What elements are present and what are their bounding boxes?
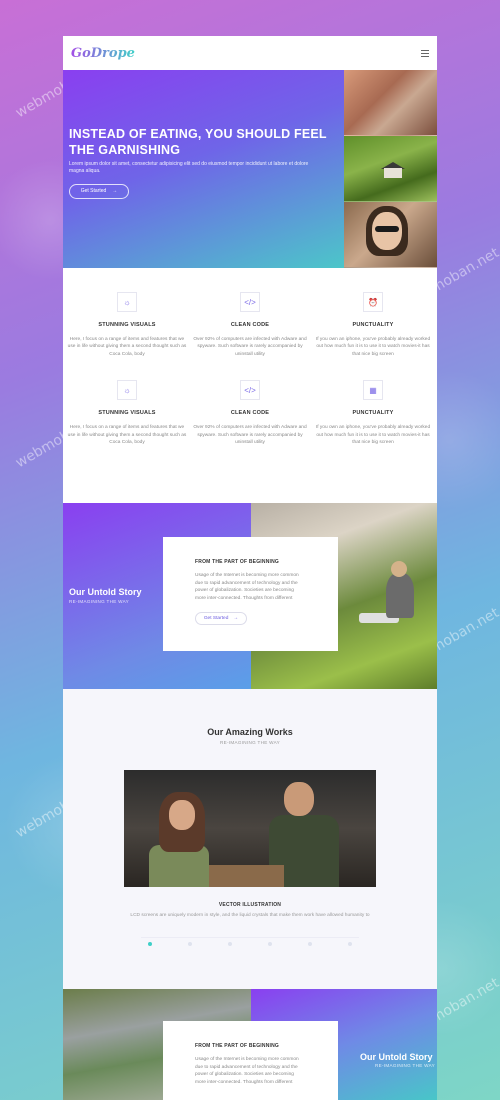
feature-item: </> CLEAN CODE Over 92% of computers are… [190, 380, 310, 446]
feature-text: Over 92% of computers are infected with … [193, 425, 307, 446]
page-frame: GoDrope INSTEAD OF EATING, YOU SHOULD FE… [63, 36, 437, 1100]
story-title: Our Untold Story [69, 587, 142, 597]
features-section: ☼ STUNNING VISUALS Here, I focus on a ra… [63, 268, 437, 503]
alarm-clock-icon: ⏰ [363, 292, 383, 312]
card-text: Usage of the Internet is becoming more c… [195, 1057, 299, 1086]
get-started-label: Get Started [80, 188, 107, 194]
feature-title: PUNCTUALITY [352, 410, 394, 417]
works-image-couple-cafe[interactable] [124, 770, 376, 887]
carousel-dot[interactable] [308, 941, 312, 946]
photo-hut-hill [344, 136, 437, 202]
get-started-button[interactable]: Get Started → [69, 183, 129, 199]
feature-item: ☼ STUNNING VISUALS Here, I focus on a ra… [67, 380, 187, 446]
features-row: ☼ STUNNING VISUALS Here, I focus on a ra… [67, 380, 433, 446]
card-title: FROM THE PART OF BEGINNING [195, 559, 279, 565]
feature-text: Over 92% of computers are infected with … [193, 337, 307, 357]
code-icon: </> [240, 380, 260, 401]
works-section: Our Amazing Works RE-IMAGINING THE WAY V… [63, 689, 437, 989]
feature-item: </> CLEAN CODE Over 92% of computers are… [190, 292, 310, 358]
feature-title: CLEAN CODE [230, 410, 270, 417]
works-text: LCD screens are uniquely modern in style… [130, 913, 370, 918]
story-section-2: Our Untold Story RE-IMAGINING THE WAY FR… [63, 989, 437, 1100]
carousel-dot[interactable] [228, 941, 232, 946]
features-row: ☼ STUNNING VISUALS Here, I focus on a ra… [67, 292, 433, 358]
feature-title: STUNNING VISUALS [98, 322, 156, 328]
carousel-dot[interactable] [348, 941, 352, 946]
story-card: FROM THE PART OF BEGINNING Usage of the … [163, 537, 338, 651]
carousel-dots [63, 941, 437, 946]
arrow-right-icon: → [112, 188, 118, 194]
feature-item: ▦ PUNCTUALITY If you own an iphone, you'… [313, 380, 433, 446]
carousel-dot[interactable] [148, 941, 152, 946]
hero-section: INSTEAD OF EATING, YOU SHOULD FEEL THE G… [63, 70, 437, 268]
works-title: Our Amazing Works [207, 727, 293, 737]
get-started-label: Get Started [203, 615, 229, 621]
card-title: FROM THE PART OF BEGINNING [195, 1043, 279, 1049]
feature-title: PUNCTUALITY [352, 322, 394, 328]
story-card: FROM THE PART OF BEGINNING Usage of the … [163, 1021, 338, 1100]
code-icon: </> [240, 292, 260, 312]
card-text: Usage of the Internet is becoming more c… [195, 573, 299, 602]
feature-title: CLEAN CODE [230, 322, 270, 328]
story-subtitle: RE-IMAGINING THE WAY [375, 1063, 436, 1068]
photo-woman-sunglasses [344, 202, 437, 268]
hero-banner: INSTEAD OF EATING, YOU SHOULD FEEL THE G… [63, 70, 344, 268]
feature-item: ☼ STUNNING VISUALS Here, I focus on a ra… [67, 292, 187, 358]
works-subtitle: RE-IMAGINING THE WAY [219, 740, 281, 745]
story-section: Our Untold Story RE-IMAGINING THE WAY FR… [63, 503, 437, 689]
hero-text: Lorem ipsum dolor sit amet, consectetur … [69, 160, 309, 175]
works-caption: VECTOR ILLUSTRATION [218, 902, 282, 908]
get-started-button[interactable]: Get Started → [195, 611, 247, 625]
feature-title: STUNNING VISUALS [98, 410, 156, 417]
divider [141, 937, 359, 938]
menu-icon[interactable] [421, 49, 429, 57]
grid-icon: ▦ [363, 380, 383, 401]
feature-text: Here, I focus on a range of items and fe… [67, 425, 187, 446]
story-subtitle: RE-IMAGINING THE WAY [69, 599, 130, 604]
arrow-right-icon: → [233, 615, 239, 621]
feature-text: Here, I focus on a range of items and fe… [67, 337, 187, 357]
site-logo[interactable]: GoDrope [71, 46, 135, 61]
feature-text: If you own an iphone, you've probably al… [315, 425, 431, 446]
carousel-dot[interactable] [268, 941, 272, 946]
photo-road [344, 70, 437, 136]
site-header: GoDrope [63, 36, 437, 70]
hero-title: INSTEAD OF EATING, YOU SHOULD FEEL THE G… [69, 127, 327, 158]
feature-text: If you own an iphone, you've probably al… [315, 337, 431, 357]
story-title: Our Untold Story [360, 1052, 433, 1062]
sun-icon: ☼ [117, 292, 137, 312]
hero-photos [344, 70, 437, 268]
sun-icon: ☼ [117, 380, 137, 401]
feature-item: ⏰ PUNCTUALITY If you own an iphone, you'… [313, 292, 433, 358]
carousel-dot[interactable] [188, 941, 192, 946]
